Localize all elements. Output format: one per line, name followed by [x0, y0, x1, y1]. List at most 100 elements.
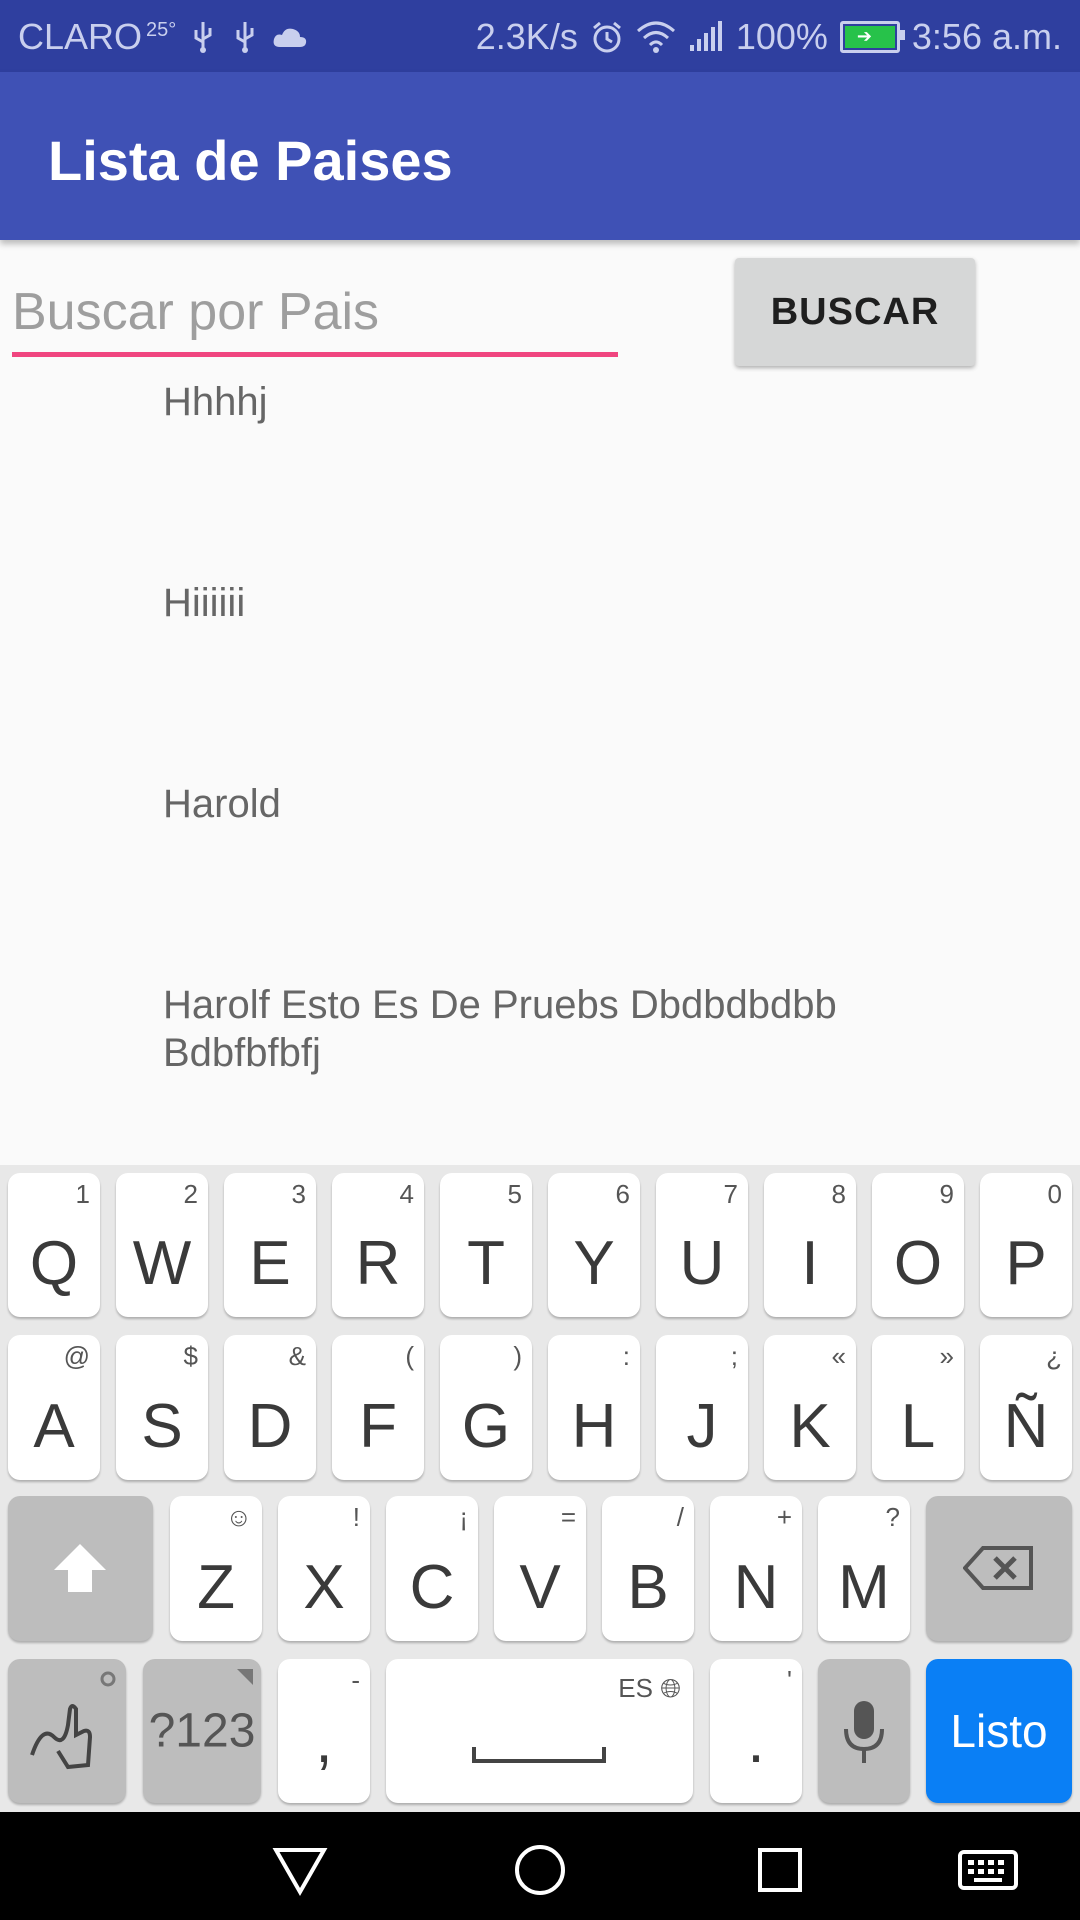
key-q[interactable]: Q1 [8, 1173, 100, 1317]
key-hint: + [776, 1502, 792, 1532]
period-key-label: . [747, 1707, 765, 1776]
comma-key-label: , [315, 1707, 333, 1776]
key-label: H [571, 1392, 617, 1461]
key-ñ[interactable]: Ñ ¿ [980, 1335, 1072, 1480]
key-label: O [893, 1229, 943, 1298]
usb-icon [236, 22, 254, 53]
done-key[interactable]: Listo [926, 1659, 1072, 1803]
key-label: D [247, 1392, 293, 1461]
key-v[interactable]: V = [494, 1496, 586, 1641]
comma-key[interactable]: , - [278, 1659, 370, 1803]
key-label: B [627, 1553, 669, 1622]
key-r[interactable]: R4 [332, 1173, 424, 1317]
key-l[interactable]: L» [872, 1335, 964, 1480]
key-label: J [686, 1392, 718, 1461]
keyboard-icon[interactable] [956, 1842, 1020, 1898]
key-g[interactable]: G) [440, 1335, 532, 1480]
recents-icon[interactable] [752, 1842, 808, 1898]
symbols-key[interactable]: ?123 [143, 1659, 261, 1803]
key-hint: 5 [507, 1179, 522, 1209]
key-label: K [789, 1392, 831, 1461]
key-z[interactable]: Z ☺ [170, 1496, 262, 1641]
backspace-key[interactable] [926, 1496, 1072, 1641]
symbols-key-label: ?123 [148, 1704, 256, 1758]
space-key[interactable]: ES 🌐︎ [386, 1659, 693, 1803]
key-e[interactable]: E3 [224, 1173, 316, 1317]
settings-gear-icon [100, 1671, 116, 1687]
key-m[interactable]: M? [818, 1496, 910, 1641]
key-d[interactable]: D & [224, 1335, 316, 1480]
key-hint: 1 [75, 1179, 90, 1209]
key-label: S [141, 1392, 183, 1461]
key-x[interactable]: X! [278, 1496, 370, 1641]
key-label: Z [197, 1553, 235, 1622]
key-label: R [355, 1229, 401, 1298]
network-speed-label: 2.3K/s [475, 16, 578, 57]
key-b[interactable]: B / [602, 1496, 694, 1641]
key-k[interactable]: K « [764, 1335, 856, 1480]
status-left: CLARO 25° [18, 16, 308, 58]
key-hint: ¿ [1046, 1341, 1062, 1371]
key-a[interactable]: A @ [8, 1335, 100, 1480]
microphone-icon [844, 1701, 884, 1763]
clock-label: 3:56 a.m. [911, 16, 1062, 57]
key-label: V [519, 1553, 561, 1622]
key-s[interactable]: S $ [116, 1335, 208, 1480]
list-item[interactable]: Harolf Esto Es De Pruebs Dbdbdbdbb Bdbfb… [163, 981, 903, 1077]
key-hint: $ [183, 1341, 198, 1371]
app-title: Lista de Paises [48, 129, 453, 192]
key-y[interactable]: Y6 [548, 1173, 640, 1317]
key-hint: 2 [183, 1179, 198, 1209]
key-hint: = [560, 1502, 576, 1532]
list-item[interactable]: Hhhhj [163, 378, 903, 426]
key-label: Ñ [1003, 1392, 1049, 1461]
status-right: 2.3K/s 100% ➔ 3:56 a.m. [476, 16, 1062, 58]
language-label: ES [618, 1673, 653, 1703]
key-hint: ¡ [459, 1502, 468, 1532]
key-t[interactable]: T5 [440, 1173, 532, 1317]
key-c[interactable]: C ¡ [386, 1496, 478, 1641]
list-item[interactable]: Hiiiiii [163, 579, 903, 627]
signal-icon [689, 21, 722, 51]
key-hint: 9 [939, 1179, 954, 1209]
period-key[interactable]: . ' [710, 1659, 802, 1803]
back-icon[interactable] [272, 1842, 328, 1898]
key-u[interactable]: U7 [656, 1173, 748, 1317]
key-f[interactable]: F( [332, 1335, 424, 1480]
status-bar: CLARO 25° 2.3K/s 100% ➔ 3:56 a.m. [0, 0, 1080, 72]
carrier-label: CLARO [18, 16, 143, 57]
search-button[interactable]: BUSCAR [735, 258, 975, 366]
home-icon[interactable] [512, 1842, 568, 1898]
key-w[interactable]: W2 [116, 1173, 208, 1317]
globe-icon: 🌐︎ [660, 1673, 681, 1703]
key-label: X [303, 1553, 345, 1622]
key-label: P [1005, 1229, 1047, 1298]
key-hint: « [831, 1341, 846, 1371]
key-hint: 3 [291, 1179, 306, 1209]
key-label: A [33, 1392, 75, 1461]
key-o[interactable]: O9 [872, 1173, 964, 1317]
key-p[interactable]: P0 [980, 1173, 1072, 1317]
shift-key[interactable] [8, 1496, 153, 1641]
key-label: Y [573, 1229, 615, 1298]
key-i[interactable]: I8 [764, 1173, 856, 1317]
key-label: N [733, 1553, 779, 1622]
voice-input-key[interactable] [818, 1659, 910, 1803]
corner-triangle-icon [237, 1669, 253, 1685]
key-j[interactable]: J; [656, 1335, 748, 1480]
key-hint: 6 [615, 1179, 630, 1209]
period-key-hint: ' [787, 1665, 792, 1695]
key-h[interactable]: H: [548, 1335, 640, 1480]
key-label: C [409, 1553, 455, 1622]
key-hint: @ [63, 1341, 90, 1371]
key-n[interactable]: N + [710, 1496, 802, 1641]
battery-percent-label: 100% [735, 16, 828, 57]
key-hint: 0 [1047, 1179, 1062, 1209]
swipe-input-key[interactable] [8, 1659, 126, 1803]
battery-icon: ➔ [839, 21, 905, 53]
search-input[interactable] [12, 272, 618, 357]
key-label: G [461, 1392, 511, 1461]
list-item[interactable]: Harold [163, 780, 903, 828]
key-label: Q [29, 1229, 79, 1298]
alarm-icon [592, 21, 621, 53]
